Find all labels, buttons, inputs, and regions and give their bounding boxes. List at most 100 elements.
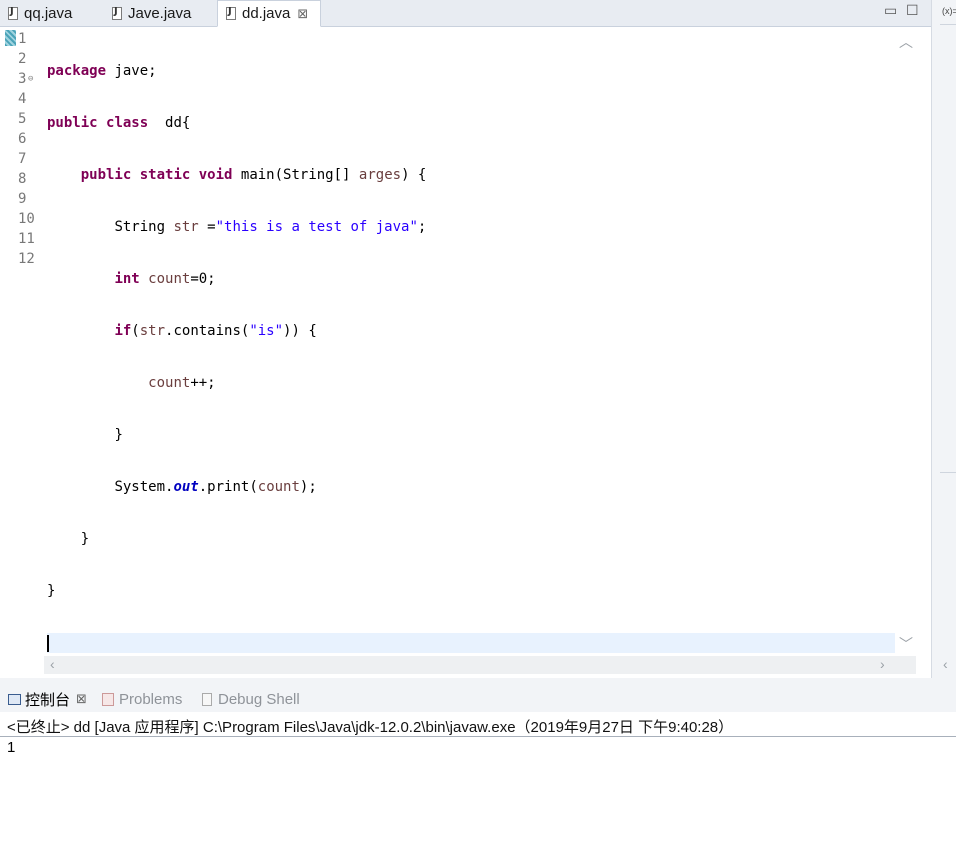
line-number: 8	[18, 171, 27, 187]
close-icon[interactable]: ⊠	[297, 6, 308, 22]
parameter: arges	[358, 167, 402, 183]
keyword: package	[47, 63, 107, 79]
line-number: 12	[18, 251, 35, 267]
variable: str	[173, 219, 199, 235]
editor-panel: qq.java Jave.java dd.java ⊠ ▭ ☐ 1 2 3⊖ 4…	[0, 0, 932, 678]
scroll-up-icon[interactable]: ︿	[899, 32, 913, 52]
code-line-11[interactable]: }	[47, 581, 895, 601]
code-line-12-current[interactable]	[47, 633, 895, 653]
tab-jave-java[interactable]: Jave.java	[104, 0, 191, 26]
code-line-6[interactable]: if(str.contains("is")) {	[47, 321, 895, 341]
tab-dd-java[interactable]: dd.java ⊠	[217, 0, 321, 27]
code-text: ;	[417, 219, 427, 235]
code-text: =0;	[190, 271, 216, 287]
string-literal: "this is a test of java"	[215, 219, 418, 235]
console-process-info: <已终止> dd [Java 应用程序] C:\Program Files\Ja…	[7, 719, 734, 736]
keyword: static	[139, 167, 191, 183]
console-icon	[8, 693, 21, 705]
code-text: ) {	[401, 167, 427, 183]
tab-label: Jave.java	[128, 4, 192, 22]
maximize-icon[interactable]: ☐	[906, 2, 919, 19]
code-line-1[interactable]: package jave;	[47, 61, 895, 81]
variable: count	[148, 375, 191, 391]
keyword: if	[114, 323, 132, 339]
variables-panel-stub	[933, 0, 956, 678]
code-text: }	[80, 531, 90, 547]
line-number: 5	[18, 111, 27, 127]
code-text: dd{	[148, 115, 191, 131]
console-output[interactable]: 1	[7, 739, 15, 756]
variable: str	[139, 323, 166, 339]
scroll-left-icon[interactable]: ‹	[50, 656, 55, 672]
line-number: 1	[18, 31, 27, 47]
tab-console[interactable]: 控制台 ⊠	[8, 689, 87, 709]
code-text: .contains(	[165, 323, 250, 339]
code-text: );	[299, 479, 317, 495]
horizontal-scrollbar[interactable]	[44, 656, 916, 674]
code-line-10[interactable]: }	[47, 529, 895, 549]
code-text: main(String[]	[232, 167, 359, 183]
code-text: .print(	[198, 479, 258, 495]
code-text: )) {	[283, 323, 317, 339]
code-line-4[interactable]: String str ="this is a test of java";	[47, 217, 895, 237]
tab-label: Problems	[119, 690, 183, 708]
scroll-right-icon[interactable]: ›	[880, 656, 885, 672]
editor-tabbar: qq.java Jave.java dd.java ⊠ ▭ ☐	[0, 0, 931, 27]
static-field: out	[173, 479, 199, 495]
line-number-foldable: 3 ⊖	[18, 69, 44, 89]
line-number: 11	[18, 231, 35, 247]
divider	[0, 736, 956, 737]
java-file-icon	[112, 6, 122, 20]
tab-problems[interactable]: Problems	[102, 689, 182, 709]
line-number: 4	[18, 91, 27, 107]
fold-collapse-icon[interactable]: ⊖	[28, 69, 33, 89]
keyword: public	[47, 115, 98, 131]
tab-qq-java[interactable]: qq.java	[0, 0, 72, 26]
code-text: System.	[114, 479, 174, 495]
line-number: 9	[18, 191, 27, 207]
keyword: int	[114, 271, 140, 287]
keyword: public	[80, 167, 132, 183]
line-number: 10	[18, 211, 35, 227]
text-caret	[47, 634, 49, 652]
java-file-icon	[226, 6, 236, 20]
tab-debug-shell[interactable]: Debug Shell	[202, 689, 300, 709]
scroll-left-icon[interactable]: ‹	[943, 656, 948, 672]
variable: count	[257, 479, 300, 495]
tab-label: Debug Shell	[218, 690, 300, 708]
overview-marker-icon	[5, 30, 16, 46]
code-text: jave;	[106, 63, 157, 79]
code-text: (	[131, 323, 140, 339]
line-number: 3	[18, 71, 27, 87]
line-number: 2	[18, 51, 27, 67]
code-editor[interactable]: package jave; public class dd{ public st…	[47, 29, 895, 685]
code-line-5[interactable]: int count=0;	[47, 269, 895, 289]
code-line-3[interactable]: public static void main(String[] arges) …	[47, 165, 895, 185]
keyword: class	[106, 115, 149, 131]
code-line-7[interactable]: count++;	[47, 373, 895, 393]
keyword: void	[198, 167, 233, 183]
code-text: }	[47, 583, 56, 599]
code-text: String	[114, 219, 174, 235]
line-number: 7	[18, 151, 27, 167]
tab-label: 控制台	[25, 691, 71, 709]
divider	[940, 24, 956, 25]
code-text: ++;	[190, 375, 216, 391]
variable: count	[148, 271, 191, 287]
java-file-icon	[8, 6, 18, 20]
code-line-2[interactable]: public class dd{	[47, 113, 895, 133]
tab-label: qq.java	[24, 4, 73, 22]
minimize-icon[interactable]: ▭	[884, 2, 897, 19]
variables-view-icon[interactable]: (x)=	[942, 6, 956, 16]
code-line-9[interactable]: System.out.print(count);	[47, 477, 895, 497]
string-literal: "is"	[249, 323, 284, 339]
tab-label: dd.java	[242, 5, 291, 22]
line-number-gutter: 1 2 3 ⊖ 4 5 6 7 8 9 10 11 12	[18, 29, 44, 269]
code-text: =	[198, 219, 216, 235]
scroll-down-icon[interactable]: ﹀	[899, 634, 913, 654]
code-text: }	[114, 427, 123, 443]
close-icon[interactable]: ⊠	[76, 691, 87, 707]
code-line-8[interactable]: }	[47, 425, 895, 445]
divider	[940, 472, 956, 473]
debug-shell-icon	[202, 692, 212, 706]
